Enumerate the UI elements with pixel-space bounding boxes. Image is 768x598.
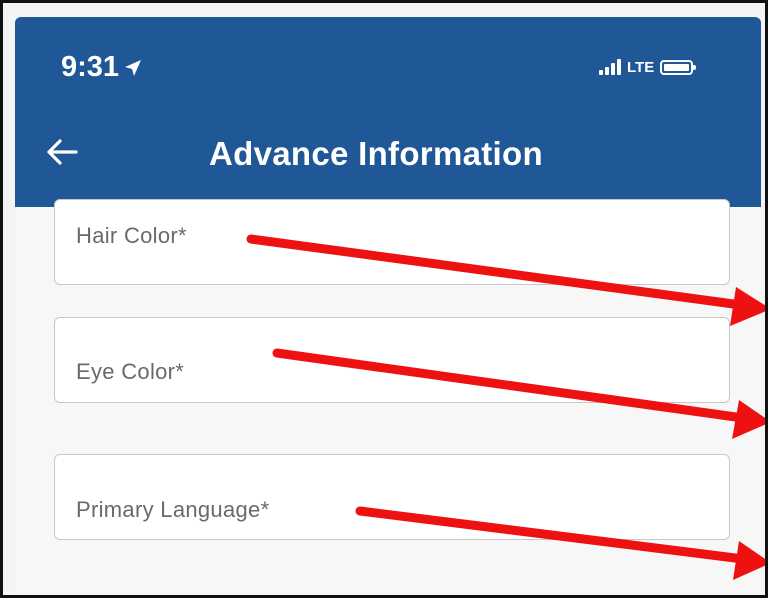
back-arrow-icon[interactable] [45, 137, 79, 167]
page-title: Advance Information [209, 135, 543, 172]
status-time: 9:31 [61, 51, 143, 84]
status-time-text: 9:31 [61, 51, 120, 83]
status-indicators: LTE [599, 57, 697, 77]
background-document-text [3, 3, 765, 8]
primary-language-field[interactable]: Primary Language* [54, 454, 730, 540]
primary-language-label: Primary Language* [76, 497, 270, 522]
app-header: 9:31 LTE Advance Information [15, 17, 761, 207]
hair-color-label: Hair Color* [76, 223, 187, 248]
network-type: LTE [627, 58, 655, 76]
phone-screen: 9:31 LTE Advance Information Hair Color*… [15, 17, 761, 595]
screenshot-frame: 9:31 LTE Advance Information Hair Color*… [0, 0, 768, 598]
eye-color-label: Eye Color* [76, 359, 185, 384]
location-arrow-icon [125, 60, 142, 76]
hair-color-field[interactable]: Hair Color* [54, 199, 730, 285]
eye-color-field[interactable]: Eye Color* [54, 317, 730, 403]
signal-bars-icon [599, 59, 621, 75]
battery-icon [660, 59, 697, 75]
